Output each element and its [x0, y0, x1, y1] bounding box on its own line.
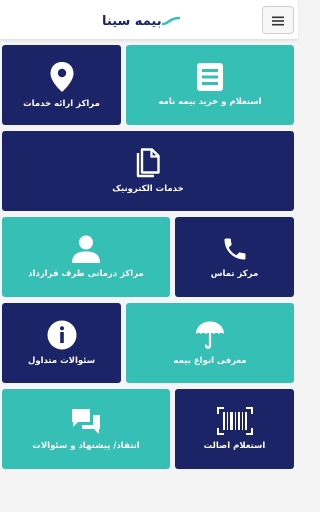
logo-text: بیمه سینا [102, 13, 162, 29]
hamburger-icon [272, 11, 284, 30]
tile-label: خدمات الکترونیک [112, 184, 184, 194]
person-icon [71, 235, 101, 263]
tile-faq[interactable]: سئوالات متداول [2, 303, 121, 383]
app-header: بیمه سینا [0, 0, 298, 40]
tile-label: مراکز ارائه خدمات [23, 99, 100, 109]
form-list-icon [197, 63, 223, 91]
umbrella-icon [195, 320, 225, 350]
documents-icon [135, 148, 161, 178]
tile-label: معرفی انواع بیمه [173, 356, 247, 366]
tile-feedback[interactable]: انتقاد/ پیشنهاد و سئوالات [2, 389, 170, 469]
menu-button[interactable] [262, 6, 294, 34]
logo-mark-icon [161, 12, 180, 31]
tile-label: استعلام اصالت [203, 441, 266, 451]
tile-e-services[interactable]: خدمات الکترونیک [2, 131, 294, 211]
location-pin-icon [49, 61, 75, 93]
brand-logo[interactable]: بیمه سینا [102, 12, 184, 30]
tile-label: استعلام و خرید بیمه نامه [158, 97, 262, 107]
tile-call-center[interactable]: مرکز تماس [175, 217, 294, 297]
tile-medical-centers[interactable]: مراکز درمانی طرف قرارداد [2, 217, 170, 297]
phone-icon [221, 235, 249, 263]
tile-policy-purchase[interactable]: استعلام و خرید بیمه نامه [126, 45, 294, 125]
chat-bubbles-icon [70, 407, 102, 435]
tile-label: مراکز درمانی طرف قرارداد [28, 269, 144, 279]
barcode-icon [216, 407, 253, 435]
tile-label: مرکز تماس [210, 269, 259, 279]
tile-insurance-types[interactable]: معرفی انواع بیمه [126, 303, 294, 383]
tile-authenticity-check[interactable]: استعلام اصالت [175, 389, 294, 469]
tile-service-centers[interactable]: مراکز ارائه خدمات [2, 45, 121, 125]
tile-label: انتقاد/ پیشنهاد و سئوالات [32, 441, 140, 451]
info-icon [47, 320, 77, 350]
tile-label: سئوالات متداول [27, 356, 96, 366]
